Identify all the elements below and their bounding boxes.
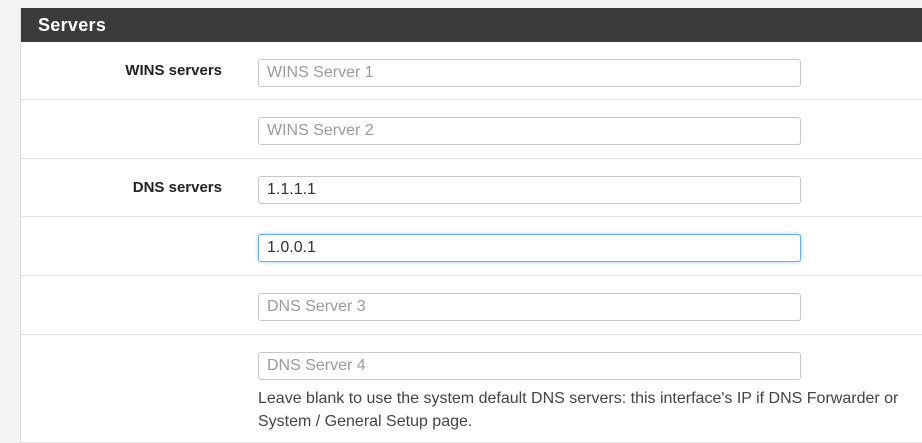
dns-help-line-2: System / General Setup page. (258, 413, 473, 430)
dns-server-1-input[interactable] (258, 176, 801, 204)
dns-server-3-input[interactable] (258, 293, 801, 321)
wins-server-2-row (21, 100, 922, 159)
wins-server-2-input[interactable] (258, 117, 801, 145)
dns-help-text: Leave blank to use the system default DN… (258, 387, 922, 433)
dns-server-2-input[interactable] (258, 234, 801, 262)
wins-server-1-row: WINS servers (21, 42, 922, 100)
wins-server-1-input[interactable] (258, 59, 801, 87)
panel-title: Servers (21, 8, 922, 42)
dns-help-line-1: Leave blank to use the system default DN… (258, 390, 899, 407)
dns-server-1-row: DNS servers (21, 159, 922, 217)
dns-server-3-row (21, 276, 922, 335)
wins-servers-label: WINS servers (125, 62, 222, 79)
dns-servers-label: DNS servers (132, 179, 222, 196)
dns-server-4-input[interactable] (258, 352, 801, 380)
dns-server-2-row (21, 217, 922, 276)
dns-server-4-row: Leave blank to use the system default DN… (21, 335, 922, 443)
servers-panel: Servers WINS servers DNS servers Leave b… (20, 8, 922, 443)
